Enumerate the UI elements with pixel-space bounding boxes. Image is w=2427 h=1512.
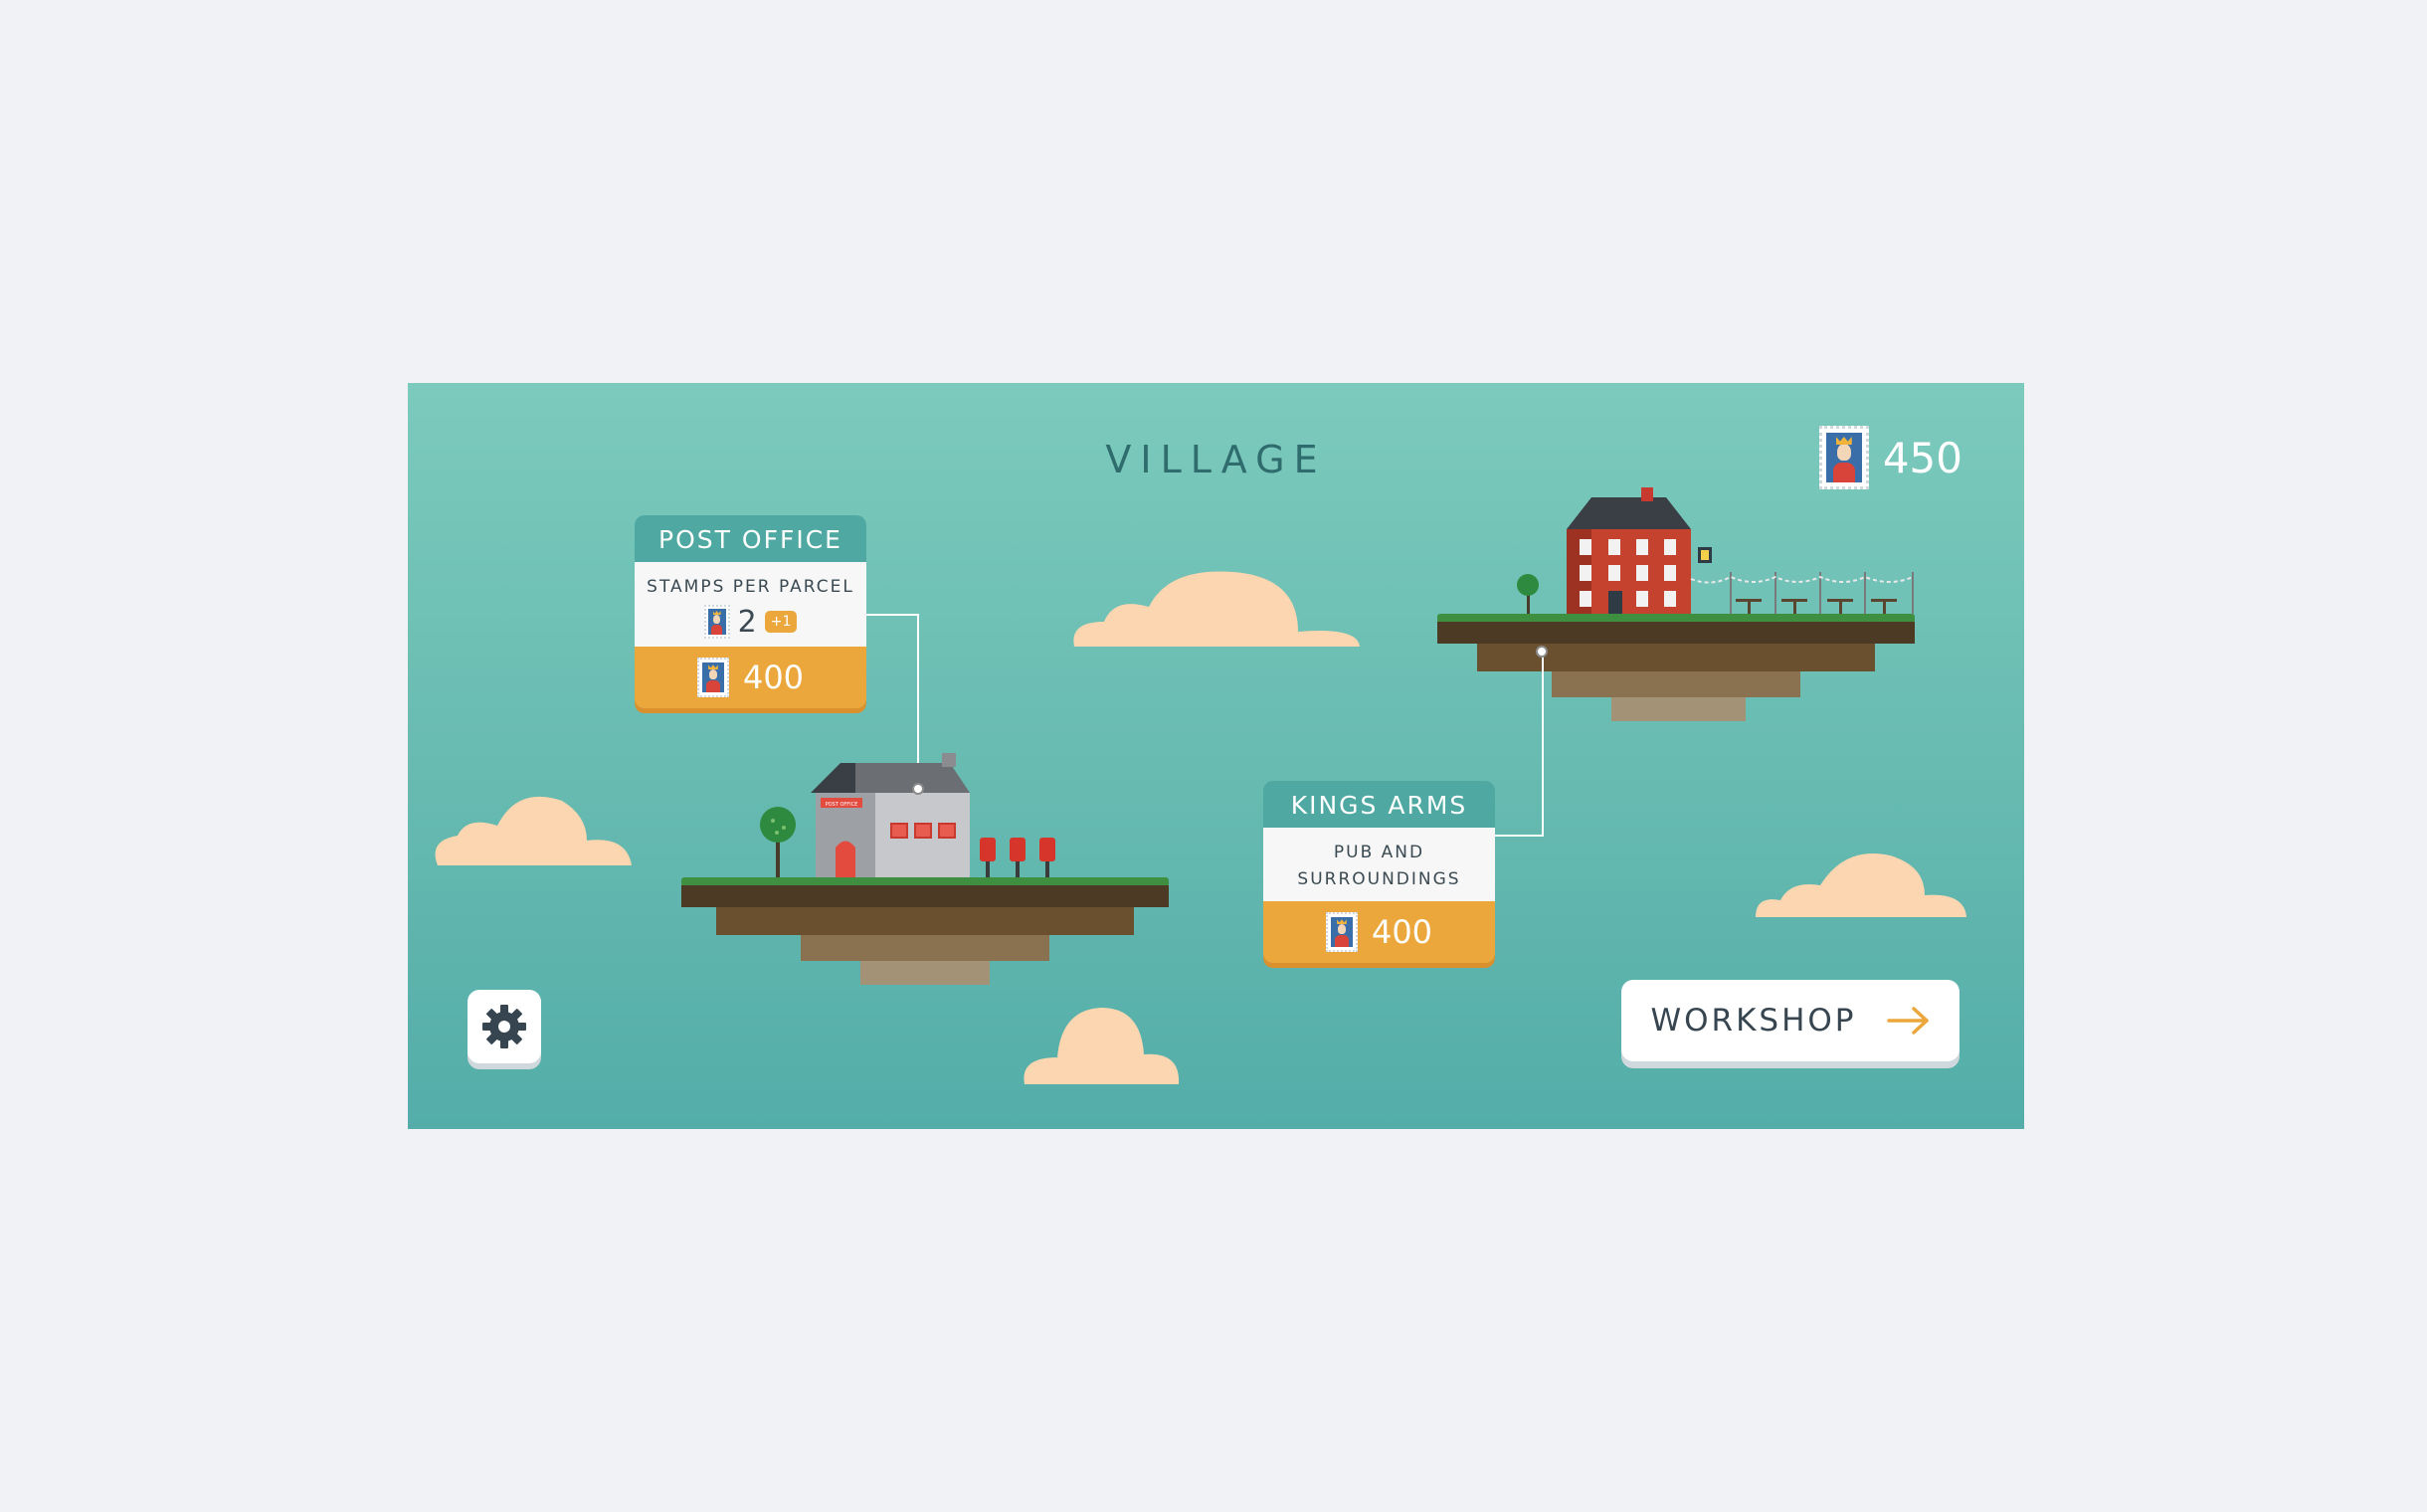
currency-display: 450 [1818,426,1962,489]
cloud [435,796,632,865]
gear-icon [482,1005,526,1048]
kings-arms-price: 400 [1371,913,1433,951]
kings-arms-description-line1: PUB AND [1333,843,1425,862]
kings-arms-description: PUB AND SURROUNDINGS [1263,828,1495,901]
arrow-right-icon [1886,1007,1929,1035]
post-office-title: POST OFFICE [635,515,866,562]
upgrade-bonus-badge: +1 [764,611,798,633]
post-office-card[interactable]: POST OFFICE STAMPS PER PARCEL 2 +1 400 [635,515,866,708]
stamp-icon [1325,912,1358,952]
stamps-per-parcel-value: 2 [737,604,757,640]
kings-arms-card[interactable]: KINGS ARMS PUB AND SURROUNDINGS 400 [1263,781,1495,963]
cloud [1756,853,1966,917]
workshop-label: WORKSHOP [1650,1003,1857,1039]
stamps-per-parcel-label: STAMPS PER PARCEL [647,577,854,597]
post-office-sign: POST OFFICE [826,802,858,808]
post-office-anchor [912,783,924,795]
post-office-island[interactable]: POST OFFICE [681,753,1179,992]
stamp-icon [1818,426,1869,489]
workshop-button[interactable]: WORKSHOP [1621,980,1960,1061]
kings-arms-title: KINGS ARMS [1263,781,1495,828]
stamp-icon [703,605,730,639]
post-office-connector [865,614,919,763]
kings-arms-connector [1494,654,1544,837]
currency-value: 450 [1882,433,1962,482]
kings-arms-description-line2: SURROUNDINGS [1297,869,1461,889]
kings-arms-anchor [1536,646,1548,658]
kings-arms-buy-button[interactable]: 400 [1263,901,1495,963]
stamp-icon [696,658,729,697]
settings-button[interactable] [467,990,541,1063]
village-scene: VILLAGE 450 POST OFFICE POST OFFICE STAM… [408,383,2024,1129]
scene-title: VILLAGE [1105,438,1327,481]
post-office-stat: STAMPS PER PARCEL 2 +1 [635,562,866,647]
post-office-buy-button[interactable]: 400 [635,647,866,708]
cloud [1024,1008,1180,1084]
cloud [1073,571,1360,647]
post-office-price: 400 [742,659,805,696]
